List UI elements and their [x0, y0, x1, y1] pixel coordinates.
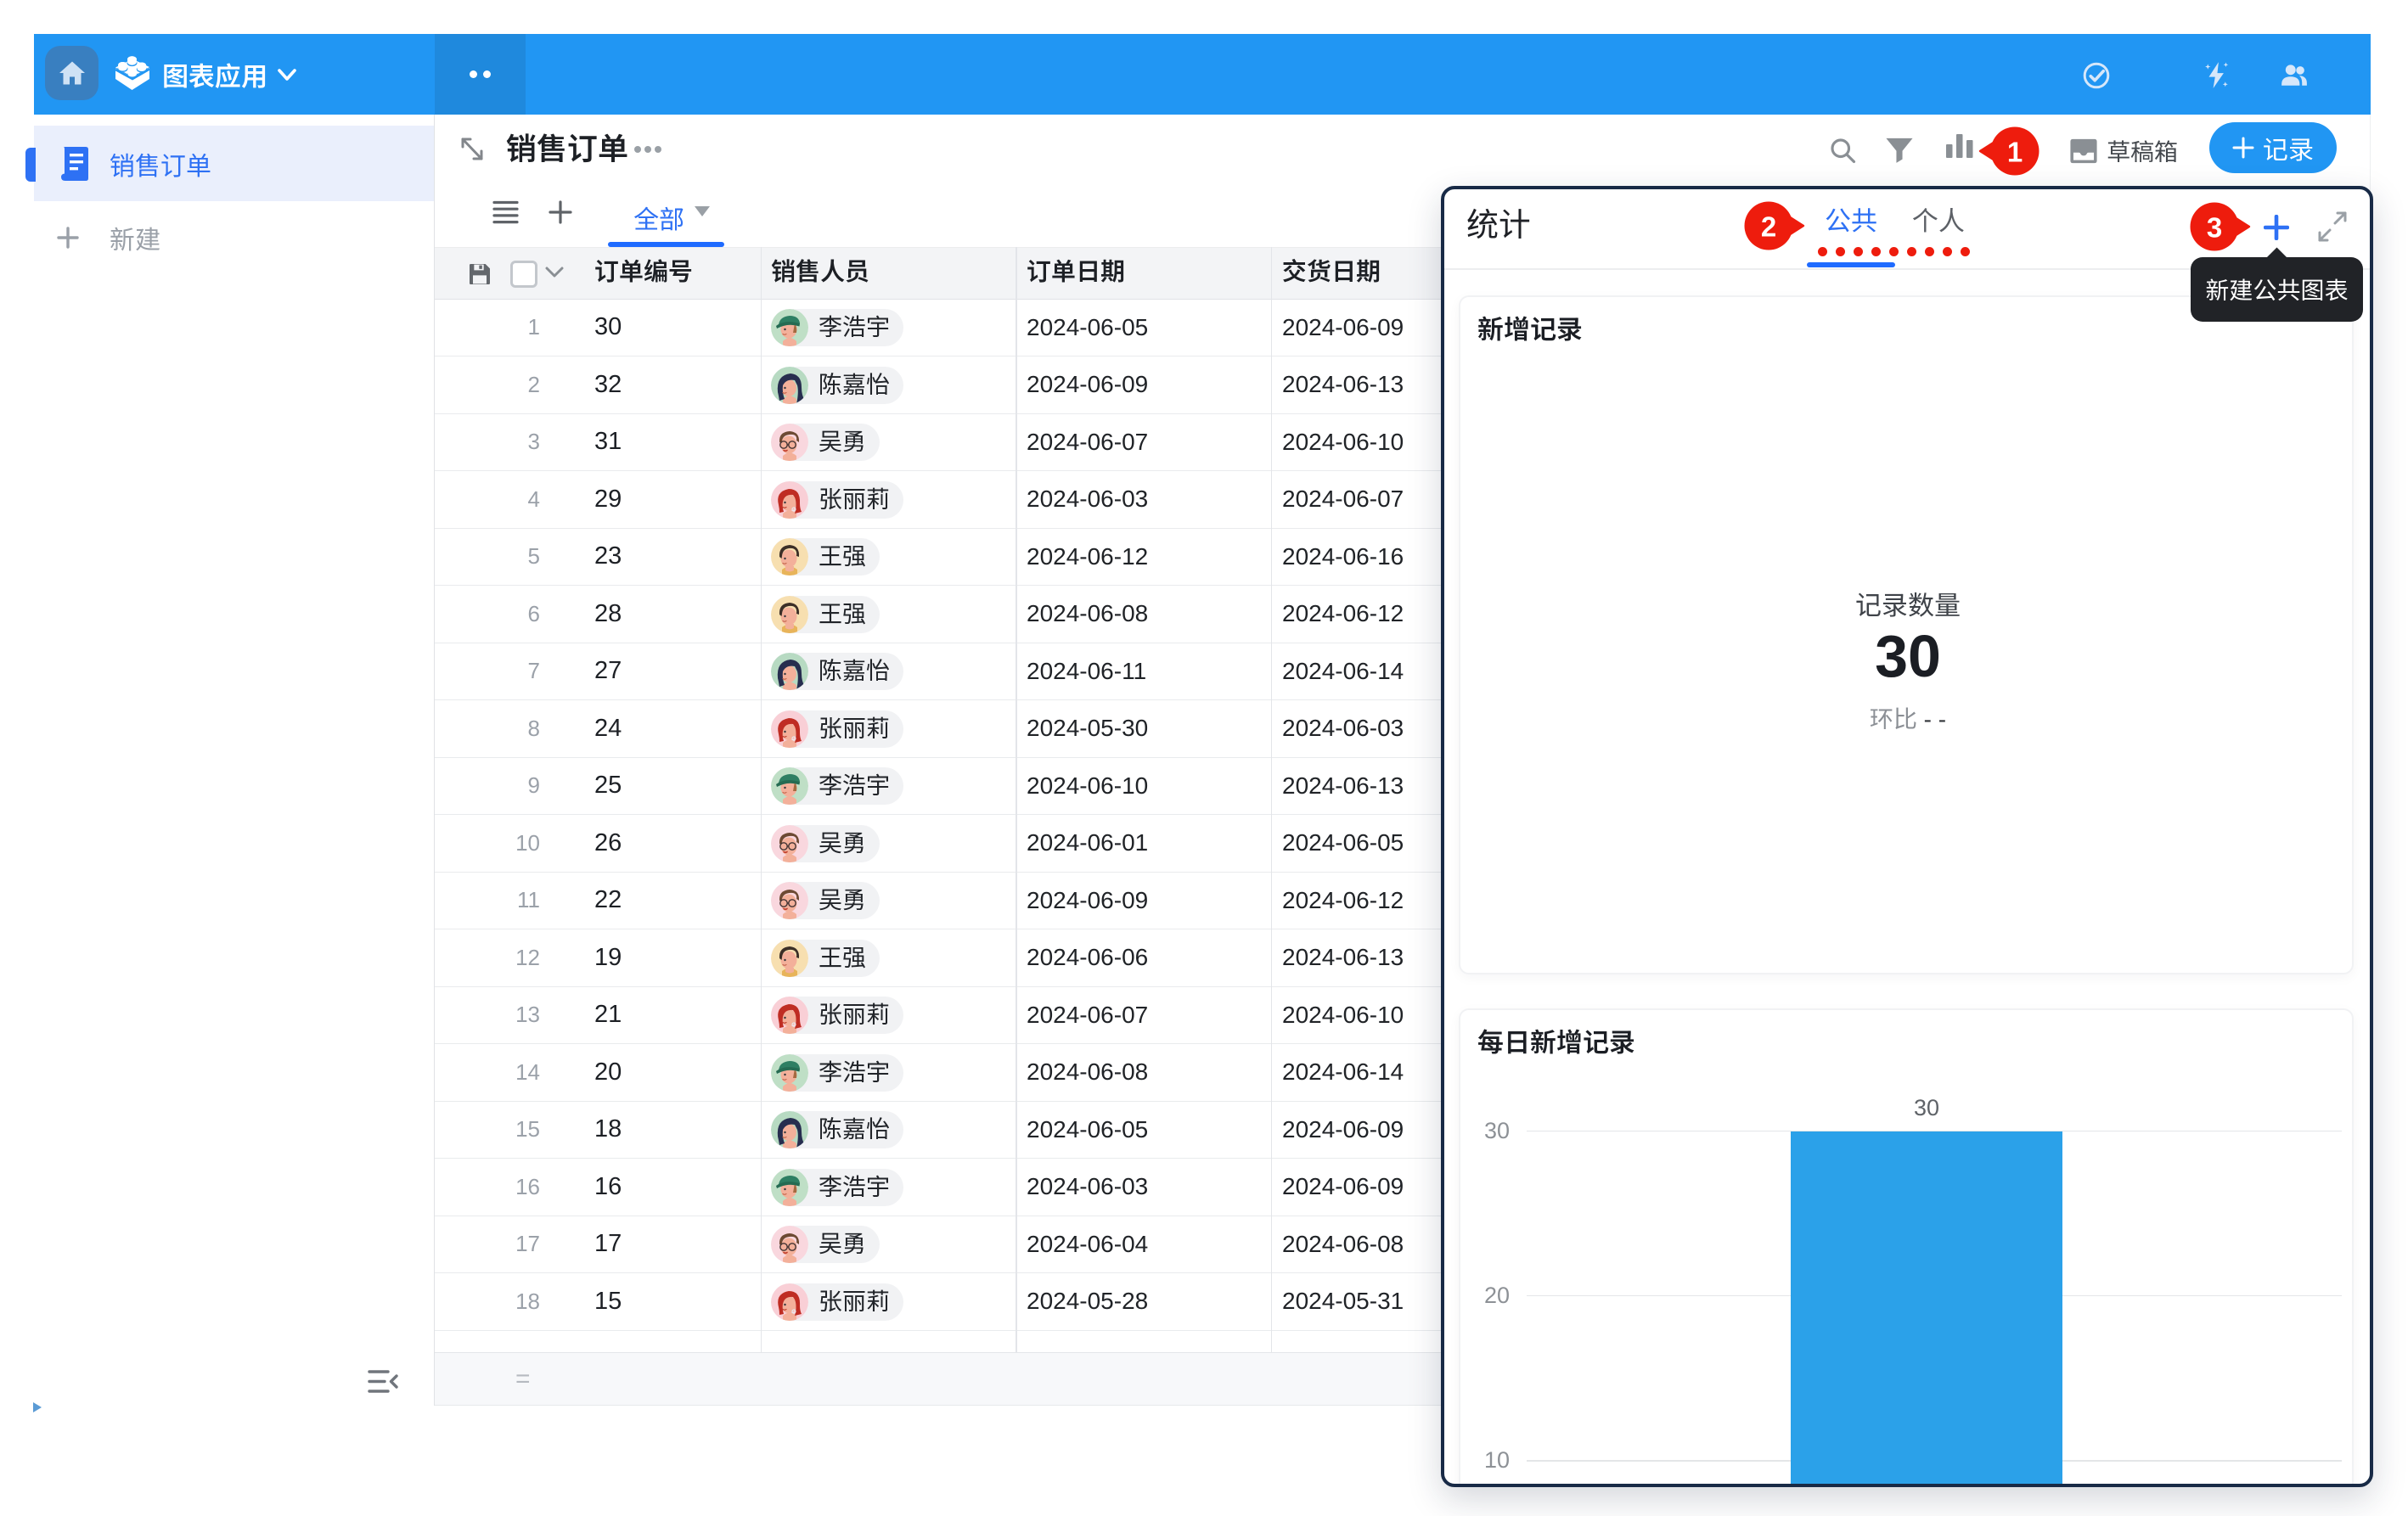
- svg-text:2: 2: [1761, 211, 1776, 243]
- svg-text:1: 1: [2007, 137, 2023, 168]
- svg-text:3: 3: [2207, 212, 2222, 244]
